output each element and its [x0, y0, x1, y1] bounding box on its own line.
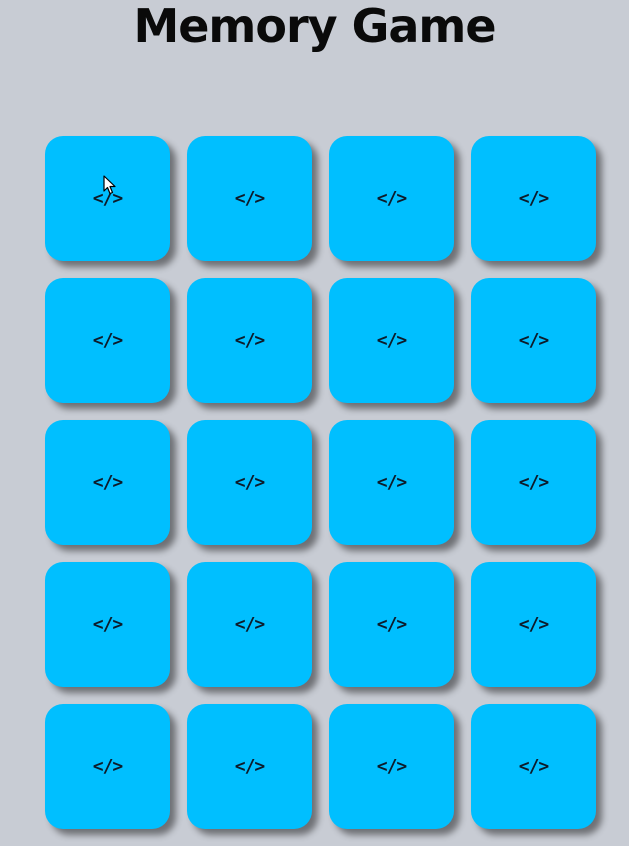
code-icon: </> — [376, 756, 407, 777]
code-icon: </> — [518, 614, 549, 635]
memory-card[interactable]: </> — [187, 136, 312, 261]
memory-card[interactable]: </> — [45, 704, 170, 829]
memory-card[interactable]: </> — [329, 420, 454, 545]
memory-card[interactable]: </> — [329, 704, 454, 829]
card-grid: </> </> </> </> </> </> </> </> </> </> </> </> </> <… — [45, 136, 596, 829]
memory-card[interactable]: </> — [329, 278, 454, 403]
memory-card[interactable]: </> — [471, 562, 596, 687]
code-icon: </> — [234, 614, 265, 635]
memory-card[interactable]: </> — [187, 420, 312, 545]
code-icon: </> — [92, 472, 123, 493]
code-icon: </> — [92, 330, 123, 351]
memory-card[interactable]: </> — [187, 704, 312, 829]
code-icon: </> — [518, 188, 549, 209]
code-icon: </> — [376, 472, 407, 493]
game-title: Memory Game — [133, 0, 496, 53]
memory-card[interactable]: </> — [45, 278, 170, 403]
code-icon: </> — [518, 330, 549, 351]
code-icon: </> — [376, 188, 407, 209]
memory-card[interactable]: </> — [329, 136, 454, 261]
code-icon: </> — [518, 472, 549, 493]
code-icon: </> — [234, 756, 265, 777]
memory-card[interactable]: </> — [471, 704, 596, 829]
code-icon: </> — [234, 330, 265, 351]
code-icon: </> — [518, 756, 549, 777]
code-icon: </> — [234, 472, 265, 493]
code-icon: </> — [92, 614, 123, 635]
code-icon: </> — [92, 756, 123, 777]
memory-card[interactable]: </> — [471, 420, 596, 545]
code-icon: </> — [376, 330, 407, 351]
memory-card[interactable]: </> — [187, 278, 312, 403]
code-icon: </> — [92, 188, 123, 209]
memory-card[interactable]: </> — [45, 562, 170, 687]
memory-card[interactable]: </> — [471, 278, 596, 403]
memory-card[interactable]: </> — [187, 562, 312, 687]
memory-card[interactable]: </> — [45, 136, 170, 261]
memory-card[interactable]: </> — [329, 562, 454, 687]
code-icon: </> — [376, 614, 407, 635]
memory-card[interactable]: </> — [45, 420, 170, 545]
memory-card[interactable]: </> — [471, 136, 596, 261]
code-icon: </> — [234, 188, 265, 209]
